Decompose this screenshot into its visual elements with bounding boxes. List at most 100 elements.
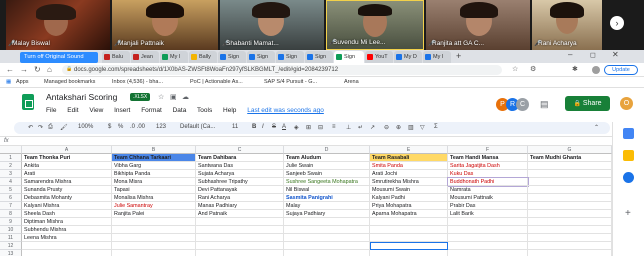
percent-button[interactable]: % xyxy=(118,124,123,130)
browser-tab[interactable]: Balu xyxy=(102,51,130,63)
member-cell[interactable] xyxy=(528,194,612,202)
browser-tab[interactable]: Bally xyxy=(189,51,217,63)
italic-icon[interactable]: I xyxy=(262,124,264,130)
browser-tab[interactable]: My I xyxy=(160,51,188,63)
bookmark-inbox[interactable]: Inbox (4,536) - bha... xyxy=(112,79,163,85)
comment-icon[interactable]: ▤ xyxy=(540,99,549,110)
menu-help[interactable]: Help xyxy=(223,107,236,114)
member-cell[interactable]: Monalisa Mishra xyxy=(112,194,196,202)
browser-tab[interactable]: Sign xyxy=(247,51,275,63)
member-cell[interactable] xyxy=(370,234,448,242)
member-cell[interactable]: Subhashree Tripathy xyxy=(196,178,284,186)
apps-icon[interactable]: ▦ xyxy=(6,79,11,85)
member-cell[interactable] xyxy=(284,218,370,226)
member-cell[interactable] xyxy=(528,170,612,178)
row-header[interactable]: 9 xyxy=(0,218,22,226)
paint-format-icon[interactable]: 🖌 xyxy=(60,124,68,131)
member-cell[interactable]: Vibha Garg xyxy=(112,162,196,170)
member-cell[interactable] xyxy=(196,218,284,226)
spreadsheet-grid[interactable]: A B C D E F G 1 Team Thonka Puri Team Chhana Tark… xyxy=(0,146,612,256)
extensions-puzzle-icon[interactable]: ✱ xyxy=(572,65,578,73)
member-cell[interactable]: Lalit Barik xyxy=(448,210,528,218)
member-cell[interactable] xyxy=(528,186,612,194)
bookmark-apps[interactable]: Apps xyxy=(16,79,29,85)
reload-icon[interactable]: ↻ xyxy=(34,65,41,74)
chart-icon[interactable]: ▥ xyxy=(408,124,414,131)
add-on-icon[interactable]: + xyxy=(625,208,631,219)
member-cell[interactable] xyxy=(196,234,284,242)
decimal-buttons[interactable]: .0 .00 xyxy=(130,124,145,130)
row-header[interactable]: 12 xyxy=(0,242,22,250)
menu-file[interactable]: File xyxy=(46,107,56,114)
borders-icon[interactable]: ⊞ xyxy=(306,124,311,131)
font-size-select[interactable]: 11 xyxy=(232,124,238,130)
column-header[interactable]: G xyxy=(528,146,612,154)
extension-icon[interactable]: ⚙ xyxy=(530,65,536,73)
column-header[interactable]: A xyxy=(22,146,112,154)
member-cell[interactable]: Priya Mohapatra xyxy=(370,202,448,210)
member-cell[interactable]: Arati xyxy=(22,170,112,178)
sheets-logo-icon[interactable] xyxy=(22,94,34,110)
bookmark-managed[interactable]: Managed bookmarks xyxy=(44,79,95,85)
member-cell[interactable]: Sujaya Padhiary xyxy=(284,210,370,218)
star-icon[interactable]: ☆ xyxy=(158,93,164,101)
member-cell[interactable]: Subhendu Mishra xyxy=(22,226,112,234)
menu-view[interactable]: View xyxy=(89,107,103,114)
member-cell[interactable]: Sheela Dash xyxy=(22,210,112,218)
zoom-select[interactable]: 100% xyxy=(78,124,93,130)
member-cell[interactable]: Bikhipta Panda xyxy=(112,170,196,178)
row-header[interactable]: 1 xyxy=(0,154,22,162)
close-window-icon[interactable]: ✕ xyxy=(612,50,619,59)
print-icon[interactable]: ⎙ xyxy=(48,124,53,131)
update-button[interactable]: Update xyxy=(604,65,638,75)
row-header[interactable]: 10 xyxy=(0,226,22,234)
column-header[interactable]: B xyxy=(112,146,196,154)
menu-edit[interactable]: Edit xyxy=(67,107,78,114)
row-header[interactable]: 3 xyxy=(0,170,22,178)
member-cell[interactable]: Smita Panda xyxy=(370,162,448,170)
member-cell[interactable] xyxy=(448,250,528,256)
menu-insert[interactable]: Insert xyxy=(114,107,130,114)
member-cell[interactable]: Kalyani Padhi xyxy=(370,194,448,202)
member-cell[interactable]: Samarendra Mishra xyxy=(22,178,112,186)
member-cell[interactable] xyxy=(22,250,112,256)
menu-tools[interactable]: Tools xyxy=(197,107,212,114)
member-cell[interactable]: Arati Jochi xyxy=(370,170,448,178)
active-cell-selection[interactable] xyxy=(370,242,448,250)
member-cell[interactable]: Aparna Mohapatra xyxy=(370,210,448,218)
member-cell[interactable] xyxy=(196,250,284,256)
filter-icon[interactable]: ▽ xyxy=(420,124,425,131)
video-tile[interactable]: 🎤 Malay Biswal xyxy=(6,0,110,50)
valign-icon[interactable]: ⊥ xyxy=(346,124,351,131)
member-cell[interactable]: Sarita Jagatjita Dash xyxy=(448,162,528,170)
member-cell[interactable]: Ankita xyxy=(22,162,112,170)
bookmark-sap[interactable]: SAP S/4 Pursuit - G... xyxy=(264,79,317,85)
formula-bar[interactable]: fx xyxy=(0,136,612,146)
fill-color-icon[interactable]: ◈ xyxy=(294,124,299,131)
back-icon[interactable]: ← xyxy=(6,65,14,74)
member-cell[interactable]: Mousumi Swain xyxy=(370,186,448,194)
member-cell[interactable]: Sunanda Prusty xyxy=(22,186,112,194)
column-header[interactable]: E xyxy=(370,146,448,154)
home-icon[interactable]: ⌂ xyxy=(47,65,52,74)
member-cell[interactable]: Sujata Acharya xyxy=(196,170,284,178)
member-cell[interactable] xyxy=(528,250,612,256)
document-title[interactable]: Antakshari Scoring xyxy=(46,92,117,102)
member-cell[interactable]: And Patnaik xyxy=(196,210,284,218)
member-cell[interactable] xyxy=(448,226,528,234)
comment-add-icon[interactable]: ⊕ xyxy=(396,124,401,131)
browser-tab[interactable]: My I xyxy=(423,51,451,63)
member-cell[interactable] xyxy=(528,162,612,170)
member-cell[interactable] xyxy=(112,218,196,226)
row-header[interactable]: 7 xyxy=(0,202,22,210)
functions-icon[interactable]: Σ xyxy=(434,124,438,130)
menu-data[interactable]: Data xyxy=(173,107,187,114)
member-cell[interactable] xyxy=(112,242,196,250)
member-cell[interactable] xyxy=(196,242,284,250)
column-header[interactable]: D xyxy=(284,146,370,154)
team-header-cell[interactable]: Team Handi Mansa xyxy=(448,154,528,162)
row-header[interactable]: 4 xyxy=(0,178,22,186)
member-cell[interactable] xyxy=(22,242,112,250)
merge-icon[interactable]: ⊟ xyxy=(318,124,323,131)
member-cell[interactable] xyxy=(112,226,196,234)
